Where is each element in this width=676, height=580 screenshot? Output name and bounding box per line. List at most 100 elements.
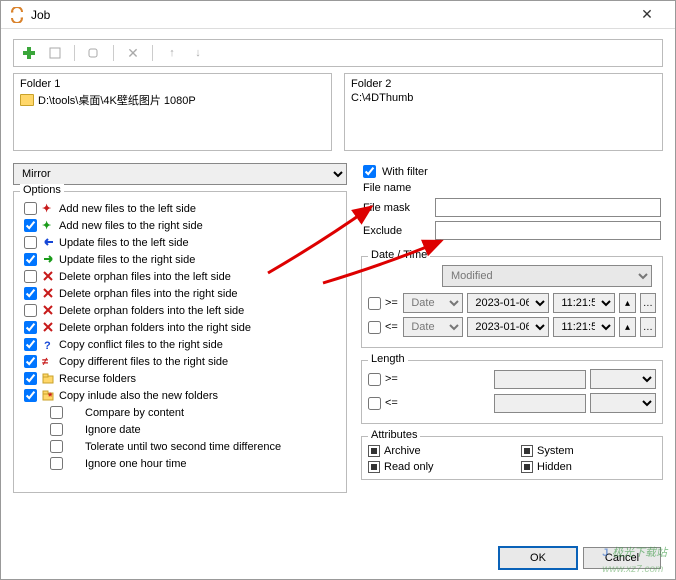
folder2-box[interactable]: Folder 2 C:\4DThumb [344,73,663,151]
svg-text:*: * [48,391,53,402]
arrow-right-icon [41,253,55,267]
x-left-icon [41,304,55,318]
option-checkbox[interactable] [50,423,63,436]
len-value-input[interactable] [494,370,587,389]
attribute-label: Archive [384,445,421,457]
option-checkbox[interactable] [24,338,37,351]
folder1-box[interactable]: Folder 1 D:\tools\桌面\4K壁纸图片 1080P [13,73,332,151]
datetime-group: Date / Time Modified >= Date 2023-01-06 … [361,256,663,348]
option-label: Ignore date [85,424,141,436]
dt-type-select[interactable]: Date [403,293,463,313]
svg-text:≠: ≠ [42,356,48,368]
dt-checkbox[interactable] [368,297,381,310]
add-button[interactable] [20,44,38,62]
option-checkbox[interactable] [24,355,37,368]
option-label: Update files to the left side [59,237,189,249]
dt-more-button[interactable]: … [640,293,656,313]
attributes-group: Attributes ArchiveSystemRead onlyHidden [361,436,663,480]
option-checkbox[interactable] [24,253,37,266]
option-checkbox[interactable] [24,304,37,317]
dt-type-select[interactable]: Date [403,317,463,337]
option-checkbox[interactable] [24,202,37,215]
dt-time-select[interactable]: 11:21:58 [553,293,615,313]
folder-icon [20,94,34,106]
toolbar: ✕ ↑ ↓ [13,39,663,67]
option-label: Add new files to the left side [59,203,196,215]
attribute-item[interactable]: Read only [368,461,503,473]
dt-spinner[interactable]: ▴ [619,317,635,337]
option-checkbox[interactable] [24,219,37,232]
len-value-input[interactable] [494,394,587,413]
option-checkbox[interactable] [24,372,37,385]
filter-section: With filter File name File mask Exclude [361,163,663,244]
attribute-item[interactable]: Hidden [521,461,656,473]
datetime-field-select[interactable]: Modified [442,265,652,287]
dt-time-select[interactable]: 11:21:58 [553,317,615,337]
tristate-checkbox[interactable] [368,461,380,473]
options-title: Options [20,184,64,196]
option-row: ≠ Copy different files to the right side [20,353,340,370]
ok-button[interactable]: OK [499,547,577,569]
attribute-item[interactable]: Archive [368,445,503,457]
option-checkbox[interactable] [24,389,37,402]
len-checkbox[interactable] [368,373,381,386]
option-row: Delete orphan files into the right side [20,285,340,302]
dt-date-select[interactable]: 2023-01-06 [467,293,549,313]
option-label: Delete orphan folders into the right sid… [59,322,251,334]
option-row: Recurse folders [20,370,340,387]
move-up-button[interactable]: ↑ [163,44,181,62]
spacer-icon [67,457,81,471]
dt-date-select[interactable]: 2023-01-06 [467,317,549,337]
dt-checkbox[interactable] [368,321,381,334]
svg-text:✦: ✦ [42,220,51,232]
attribute-label: Hidden [537,461,572,473]
len-unit-select[interactable] [590,369,656,389]
option-checkbox[interactable] [24,321,37,334]
option-checkbox[interactable] [50,457,63,470]
option-label: Delete orphan files into the left side [59,271,231,283]
dt-more-button[interactable]: … [640,317,656,337]
tristate-checkbox[interactable] [368,445,380,457]
option-row: Compare by content [20,404,340,421]
mode-select[interactable]: Mirror [13,163,347,185]
length-row: <= [368,393,656,413]
option-label: Copy different files to the right side [59,356,228,368]
newfolder-icon: * [41,389,55,403]
attribute-item[interactable]: System [521,445,656,457]
job-dialog: Job ✕ ✕ ↑ ↓ Folder 1 D:\tools\桌面\4K壁纸图片 … [0,0,676,580]
edit-button[interactable] [46,44,64,62]
folder2-path: C:\4DThumb [351,92,413,104]
datetime-row: <= Date 2023-01-06 11:21:58 ▴ … [368,317,656,337]
option-row: Update files to the right side [20,251,340,268]
exclude-input[interactable] [435,221,661,240]
question-icon: ? [41,338,55,352]
len-unit-select[interactable] [590,393,656,413]
exclude-label: Exclude [363,225,429,237]
option-row: ✦ Add new files to the right side [20,217,340,234]
option-label: Copy inlude also the new folders [59,390,218,402]
datetime-row: >= Date 2023-01-06 11:21:58 ▴ … [368,293,656,313]
len-checkbox[interactable] [368,397,381,410]
move-down-button[interactable]: ↓ [189,44,207,62]
titlebar: Job ✕ [1,1,675,29]
delete-button[interactable]: ✕ [124,44,142,62]
with-filter-checkbox[interactable] [363,165,376,178]
filemask-label: File mask [363,202,429,214]
copy-button[interactable] [85,44,103,62]
option-label: Ignore one hour time [85,458,187,470]
filename-label: File name [363,182,411,194]
option-label: Copy conflict files to the right side [59,339,223,351]
option-label: Delete orphan files into the right side [59,288,238,300]
tristate-checkbox[interactable] [521,445,533,457]
plus-left-icon: ✦ [41,202,55,216]
dt-spinner[interactable]: ▴ [619,293,635,313]
option-checkbox[interactable] [24,287,37,300]
option-checkbox[interactable] [50,406,63,419]
close-button[interactable]: ✕ [627,6,667,23]
option-checkbox[interactable] [50,440,63,453]
option-checkbox[interactable] [24,236,37,249]
option-checkbox[interactable] [24,270,37,283]
filemask-input[interactable] [435,198,661,217]
tristate-checkbox[interactable] [521,461,533,473]
app-icon [9,7,25,23]
